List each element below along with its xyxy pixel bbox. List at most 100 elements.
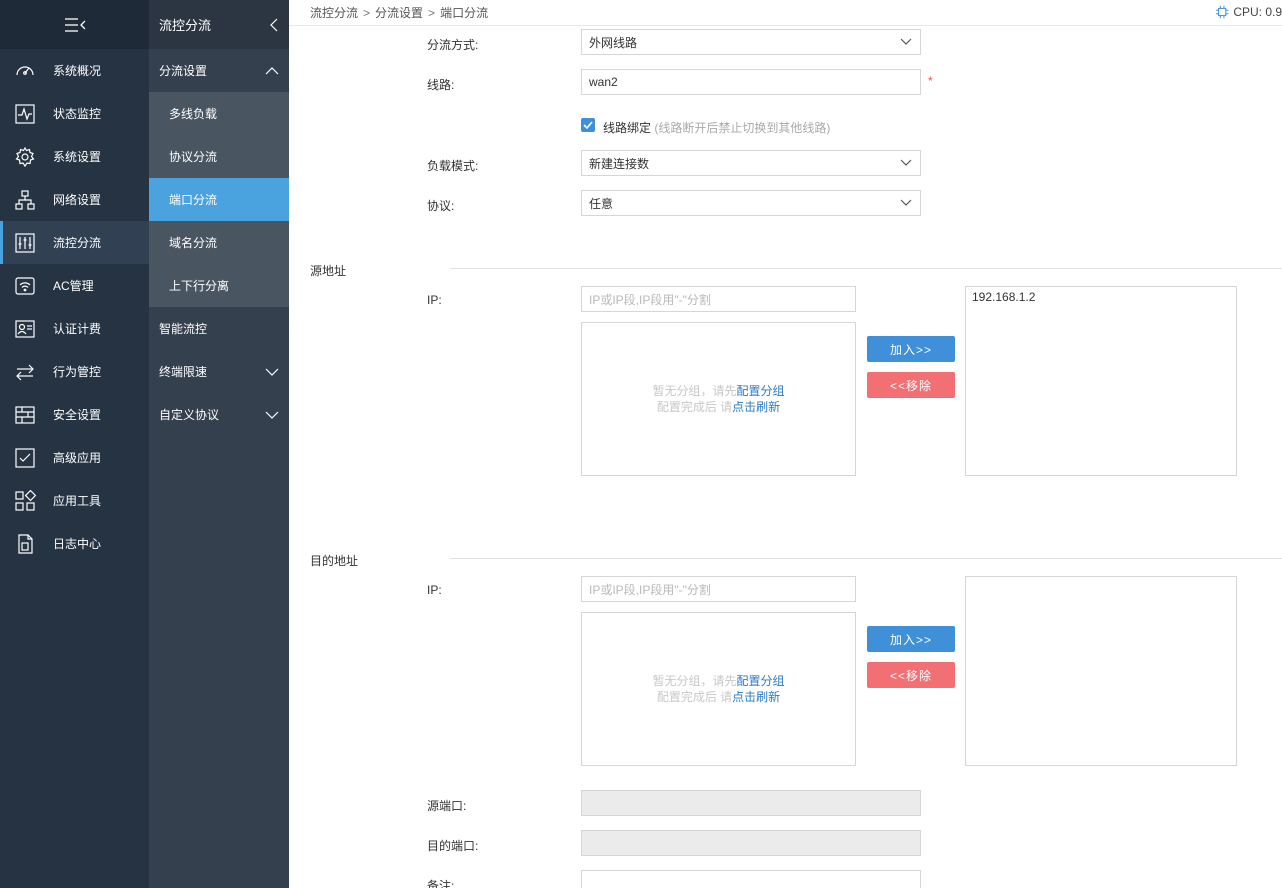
submenu-group-label: 智能流控 bbox=[159, 322, 208, 336]
load-mode-label: 负载模式: bbox=[427, 159, 479, 173]
submenu-group-custom-protocol[interactable]: 自定义协议 bbox=[149, 393, 289, 436]
source-empty-line1: 暂无分组，请先配置分组 bbox=[652, 383, 784, 399]
sidebar-item-overview[interactable]: 系统概况 bbox=[0, 49, 149, 92]
sidebar-item-label: AC管理 bbox=[53, 279, 94, 293]
load-mode-value: 新建连接数 bbox=[589, 156, 650, 171]
breadcrumb-item[interactable]: 流控分流 bbox=[310, 4, 358, 21]
sidebar-item-label: 应用工具 bbox=[53, 494, 102, 508]
source-ip-placeholder: IP或IP段,IP段用"-"分割 bbox=[589, 292, 711, 307]
sidebar-item-tools[interactable]: 应用工具 bbox=[0, 479, 149, 522]
breadcrumb-separator: > bbox=[363, 5, 371, 20]
sidebar-item-label: 状态监控 bbox=[53, 107, 102, 121]
submenu-item-updown-split[interactable]: 上下行分离 bbox=[149, 264, 289, 307]
empty-text: 暂无分组，请先 bbox=[652, 384, 737, 398]
mode-label: 分流方式: bbox=[427, 38, 479, 52]
wifi-icon bbox=[14, 275, 36, 297]
note-input[interactable] bbox=[581, 870, 921, 888]
line-bind-label: 线路绑定 (线路断开后禁止切换到其他线路) bbox=[603, 119, 830, 136]
network-icon bbox=[14, 189, 36, 211]
destination-selected-list[interactable] bbox=[965, 576, 1237, 766]
source-section-title: 源地址 bbox=[310, 264, 347, 278]
destination-remove-button[interactable]: <<移除 bbox=[867, 662, 955, 688]
line-input[interactable]: wan2 bbox=[581, 69, 921, 95]
submenu-group-split-settings[interactable]: 分流设置 bbox=[149, 49, 289, 92]
chevron-down-icon bbox=[900, 38, 912, 45]
sidebar-item-advanced[interactable]: 高级应用 bbox=[0, 436, 149, 479]
submenu-group-label: 分流设置 bbox=[159, 64, 208, 78]
empty-text: 配置完成后 请 bbox=[656, 690, 733, 704]
line-label: 线路: bbox=[427, 78, 455, 92]
source-group-box: 暂无分组，请先配置分组 配置完成后 请点击刷新 bbox=[581, 322, 856, 476]
chevron-left-icon[interactable] bbox=[269, 18, 279, 32]
source-ip-input[interactable]: IP或IP段,IP段用"-"分割 bbox=[581, 286, 856, 312]
sidebar-item-auth[interactable]: 认证计费 bbox=[0, 307, 149, 350]
source-port-input[interactable] bbox=[581, 790, 921, 816]
sidebar-item-logs[interactable]: 日志中心 bbox=[0, 522, 149, 565]
submenu-item-domain-split[interactable]: 域名分流 bbox=[149, 221, 289, 264]
gear-icon bbox=[14, 146, 36, 168]
refresh-link[interactable]: 点击刷新 bbox=[732, 400, 780, 414]
submenu-item-protocol-split[interactable]: 协议分流 bbox=[149, 135, 289, 178]
mode-select[interactable]: 外网线路 bbox=[581, 29, 921, 55]
sidebar-item-behavior[interactable]: 行为管控 bbox=[0, 350, 149, 393]
chevron-down-icon bbox=[900, 159, 912, 166]
submenu-group-label: 自定义协议 bbox=[159, 408, 220, 422]
submenu-item-port-split[interactable]: 端口分流 bbox=[149, 178, 289, 221]
sidebar-item-label: 行为管控 bbox=[53, 365, 102, 379]
destination-section-divider bbox=[450, 558, 1282, 559]
line-bind-checkbox[interactable] bbox=[581, 118, 595, 132]
refresh-link[interactable]: 点击刷新 bbox=[732, 690, 780, 704]
submenu-group-terminal-limit[interactable]: 终端限速 bbox=[149, 350, 289, 393]
line-value: wan2 bbox=[589, 75, 618, 89]
load-mode-select[interactable]: 新建连接数 bbox=[581, 150, 921, 176]
submenu-header[interactable]: 流控分流 bbox=[149, 0, 289, 49]
breadcrumb-item[interactable]: 分流设置 bbox=[375, 4, 423, 21]
firewall-icon bbox=[14, 404, 36, 426]
menu-collapse-icon[interactable] bbox=[63, 17, 87, 33]
chevron-down-icon bbox=[265, 411, 279, 419]
source-empty-line2: 配置完成后 请点击刷新 bbox=[657, 399, 780, 415]
protocol-label: 协议: bbox=[427, 199, 455, 213]
checklist-icon bbox=[14, 447, 36, 469]
protocol-select[interactable]: 任意 bbox=[581, 190, 921, 216]
submenu-item-multiline-load[interactable]: 多线负载 bbox=[149, 92, 289, 135]
main-content: 流控分流 > 分流设置 > 端口分流 CPU: 0.9 分流方式: 外网线路 线… bbox=[289, 0, 1282, 888]
chevron-down-icon bbox=[900, 199, 912, 206]
sidebar-item-flow-control[interactable]: 流控分流 bbox=[0, 221, 149, 264]
note-label: 备注: bbox=[427, 879, 455, 888]
configure-group-link[interactable]: 配置分组 bbox=[737, 384, 785, 398]
sidebar-item-monitor[interactable]: 状态监控 bbox=[0, 92, 149, 135]
chevron-down-icon bbox=[265, 368, 279, 376]
destination-port-input[interactable] bbox=[581, 830, 921, 856]
cpu-indicator: CPU: 0.9 bbox=[1215, 4, 1282, 20]
destination-ip-input[interactable]: IP或IP段,IP段用"-"分割 bbox=[581, 576, 856, 602]
id-card-icon bbox=[14, 318, 36, 340]
source-port-label: 源端口: bbox=[427, 799, 467, 813]
submenu-children: 多线负载 协议分流 端口分流 域名分流 上下行分离 bbox=[149, 92, 289, 307]
configure-group-link[interactable]: 配置分组 bbox=[737, 674, 785, 688]
submenu-group-smart-flow[interactable]: 智能流控 bbox=[149, 307, 289, 350]
list-item[interactable]: 192.168.1.2 bbox=[972, 290, 1230, 304]
sidebar-item-ac[interactable]: AC管理 bbox=[0, 264, 149, 307]
checkmark-icon bbox=[583, 121, 593, 129]
breadcrumb-separator: > bbox=[428, 5, 436, 20]
apps-icon bbox=[14, 489, 36, 512]
sidebar-item-security[interactable]: 安全设置 bbox=[0, 393, 149, 436]
cpu-label: CPU: 0.9 bbox=[1233, 5, 1282, 19]
line-bind-hint: (线路断开后禁止切换到其他线路) bbox=[654, 121, 831, 135]
sidebar-item-network[interactable]: 网络设置 bbox=[0, 178, 149, 221]
source-selected-list[interactable]: 192.168.1.2 bbox=[965, 286, 1237, 476]
destination-group-box: 暂无分组，请先配置分组 配置完成后 请点击刷新 bbox=[581, 612, 856, 766]
arrows-exchange-icon bbox=[14, 361, 36, 383]
main-sidebar: 系统概况 状态监控 系统设置 网络设置 流控分流 AC管理 认证计费 行为管控 … bbox=[0, 0, 149, 888]
source-remove-button[interactable]: <<移除 bbox=[867, 372, 955, 398]
submenu-panel: 流控分流 分流设置 多线负载 协议分流 端口分流 域名分流 上下行分离 智能流控… bbox=[149, 0, 289, 888]
sidebar-item-label: 流控分流 bbox=[53, 236, 102, 250]
source-add-button[interactable]: 加入>> bbox=[867, 336, 955, 362]
submenu-group-label: 终端限速 bbox=[159, 365, 208, 379]
empty-text: 配置完成后 请 bbox=[656, 400, 733, 414]
sidebar-item-system-settings[interactable]: 系统设置 bbox=[0, 135, 149, 178]
destination-add-button[interactable]: 加入>> bbox=[867, 626, 955, 652]
sidebar-toggle[interactable] bbox=[0, 0, 149, 49]
empty-text: 暂无分组，请先 bbox=[652, 674, 737, 688]
